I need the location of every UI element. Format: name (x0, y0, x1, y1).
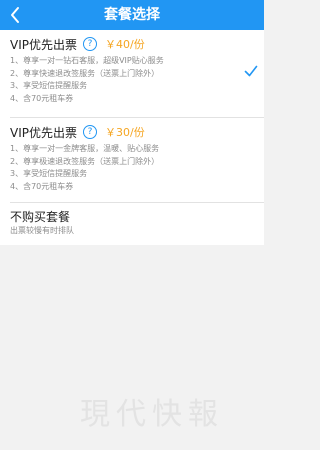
feature-item: 4、含70元租车券 (10, 93, 74, 103)
package-option-vip-40[interactable]: VIP优先出票 ? ￥40/份 1、尊享一对一钻石客服，超级VIP贴心服务 2、… (0, 30, 264, 117)
help-icon[interactable]: ? (83, 125, 97, 139)
feature-item: 1、尊享一对一金牌客服，温暖、贴心服务 (10, 144, 160, 153)
feature-item: 4、含70元租车券 (10, 181, 74, 191)
package-list: VIP优先出票 ? ￥40/份 1、尊享一对一钻石客服，超级VIP贴心服务 2、… (0, 30, 264, 245)
page-title: 套餐选择 (104, 7, 160, 23)
feature-list: 1、尊享一对一金牌客服，温暖、贴心服务 2、尊享极速退改签服务（送票上门除外） … (10, 143, 159, 193)
help-icon[interactable]: ? (83, 37, 97, 51)
checkmark-icon (244, 65, 258, 77)
feature-item: 1、尊享一对一钻石客服，超级VIP贴心服务 (10, 56, 164, 65)
feature-list: 1、尊享一对一钻石客服，超级VIP贴心服务 2、尊享快速退改签服务（送票上门除外… (10, 55, 164, 105)
package-price: ￥40/份 (105, 38, 145, 51)
package-title-row: VIP优先出票 ? ￥30/份 (10, 123, 145, 141)
feature-item: 2、尊享快速退改签服务（送票上门除外） (10, 68, 160, 78)
package-title: 不购买套餐 (10, 209, 71, 224)
watermark-logo: 現代快報 (80, 397, 224, 432)
top-bar: 套餐选择 (0, 0, 264, 30)
feature-item: 3、享受短信提醒服务 (10, 81, 88, 90)
feature-item: 2、尊享极速退改签服务（送票上门除外） (10, 156, 160, 166)
package-title: VIP优先出票 (10, 125, 77, 140)
package-option-none[interactable]: 不购买套餐 出票较慢有时排队 (0, 203, 264, 245)
feature-item: 3、享受短信提醒服务 (10, 169, 88, 178)
package-title-row: 不购买套餐 (10, 207, 70, 225)
package-price: ￥30/份 (105, 126, 145, 139)
package-title-row: VIP优先出票 ? ￥40/份 (10, 35, 145, 53)
package-description: 出票较慢有时排队 (10, 226, 74, 235)
package-option-vip-30[interactable]: VIP优先出票 ? ￥30/份 1、尊享一对一金牌客服，温暖、贴心服务 2、尊享… (0, 118, 264, 203)
package-title: VIP优先出票 (10, 37, 77, 52)
